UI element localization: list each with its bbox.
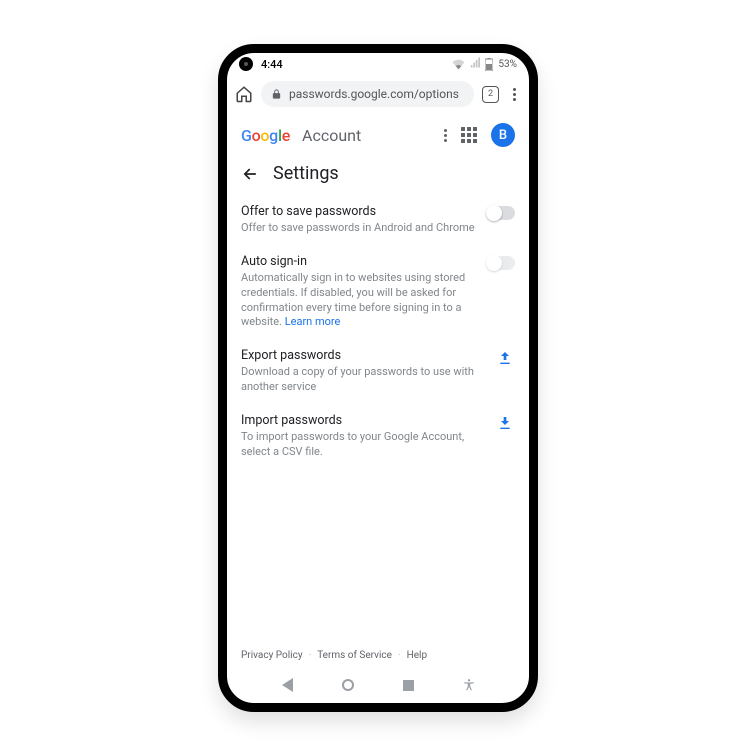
address-bar[interactable]: passwords.google.com/options <box>261 81 474 107</box>
app-header: Google Account B <box>227 113 529 157</box>
camera-cutout <box>239 57 253 71</box>
setting-title: Export passwords <box>241 348 487 363</box>
battery-icon <box>485 58 493 71</box>
google-logo: Google <box>241 126 290 145</box>
setting-title: Auto sign-in <box>241 254 477 269</box>
nav-recent-icon[interactable] <box>401 678 415 692</box>
nav-home-icon[interactable] <box>341 678 355 692</box>
privacy-link[interactable]: Privacy Policy <box>241 650 303 661</box>
setting-title: Offer to save passwords <box>241 204 477 219</box>
wifi-icon <box>452 59 465 70</box>
screen: 4:44 53% <box>227 53 529 703</box>
setting-offer-save[interactable]: Offer to save passwords Offer to save pa… <box>241 196 515 246</box>
help-link[interactable]: Help <box>407 650 427 661</box>
nav-back-icon[interactable] <box>280 678 294 692</box>
lock-icon <box>271 88 283 100</box>
page-title-row: Settings <box>227 157 529 196</box>
setting-export[interactable]: Export passwords Download a copy of your… <box>241 340 515 405</box>
setting-title: Import passwords <box>241 413 487 428</box>
footer-links: Privacy Policy · Terms of Service · Help <box>241 640 515 667</box>
learn-more-link[interactable]: Learn more <box>285 315 341 328</box>
upload-icon[interactable] <box>497 350 515 368</box>
url-text: passwords.google.com/options <box>289 87 459 101</box>
toggle-offer-save[interactable] <box>487 206 515 220</box>
avatar[interactable]: B <box>491 123 515 147</box>
settings-list: Offer to save passwords Offer to save pa… <box>227 196 529 667</box>
setting-desc: Download a copy of your passwords to use… <box>241 365 487 395</box>
status-time: 4:44 <box>261 58 283 71</box>
download-icon[interactable] <box>497 415 515 433</box>
back-arrow-icon[interactable] <box>241 165 259 183</box>
tab-count[interactable]: 2 <box>482 86 499 103</box>
phone-frame: 4:44 53% <box>218 44 538 712</box>
setting-desc: To import passwords to your Google Accou… <box>241 430 487 460</box>
setting-desc: Automatically sign in to websites using … <box>241 271 477 330</box>
terms-link[interactable]: Terms of Service <box>317 650 392 661</box>
browser-bar: passwords.google.com/options 2 <box>227 75 529 113</box>
page-title: Settings <box>273 163 339 184</box>
toggle-auto-signin[interactable] <box>487 256 515 270</box>
nav-accessibility-icon[interactable] <box>462 678 476 692</box>
browser-menu-icon[interactable] <box>507 88 521 101</box>
status-bar: 4:44 53% <box>227 53 529 75</box>
setting-auto-signin[interactable]: Auto sign-in Automatically sign in to we… <box>241 246 515 340</box>
home-icon[interactable] <box>235 85 253 103</box>
battery-percent: 53% <box>498 59 517 70</box>
setting-import[interactable]: Import passwords To import passwords to … <box>241 405 515 470</box>
signal-icon <box>470 57 480 71</box>
account-label: Account <box>302 126 361 145</box>
apps-grid-icon[interactable] <box>461 127 477 143</box>
header-menu-icon[interactable] <box>444 129 447 142</box>
system-nav <box>227 667 529 703</box>
setting-desc: Offer to save passwords in Android and C… <box>241 221 477 236</box>
